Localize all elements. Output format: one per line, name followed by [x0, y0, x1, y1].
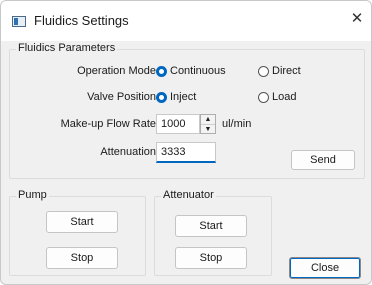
- radio-continuous-indicator[interactable]: [156, 65, 167, 77]
- radio-inject-label: Inject: [170, 91, 197, 103]
- radio-continuous[interactable]: Continuous: [156, 65, 226, 77]
- pump-start-button[interactable]: Start: [46, 211, 118, 233]
- pump-legend: Pump: [16, 189, 49, 201]
- makeup-flow-rate-label: Make-up Flow Rate: [60, 118, 156, 130]
- flow-rate-spinner[interactable]: ▲ ▼: [200, 114, 216, 134]
- attenuation-input[interactable]: 3333: [156, 142, 216, 163]
- pump-group: Pump Start Stop: [9, 189, 146, 276]
- pump-stop-button[interactable]: Stop: [46, 247, 118, 269]
- radio-load-indicator[interactable]: [258, 91, 269, 103]
- app-window-icon: [12, 16, 26, 27]
- radio-direct[interactable]: Direct: [258, 65, 301, 77]
- fluidics-parameters-group: Fluidics Parameters Operation Mode Conti…: [9, 42, 365, 179]
- radio-direct-label: Direct: [272, 65, 301, 77]
- send-button[interactable]: Send: [291, 150, 355, 170]
- flow-rate-unit: ul/min: [222, 118, 252, 130]
- attenuator-stop-button[interactable]: Stop: [175, 247, 247, 269]
- valve-position-label: Valve Position: [87, 91, 156, 103]
- radio-load[interactable]: Load: [258, 91, 296, 103]
- radio-load-label: Load: [272, 91, 297, 103]
- close-button[interactable]: Close: [289, 257, 361, 279]
- window-title: Fluidics Settings: [34, 13, 129, 28]
- radio-direct-indicator[interactable]: [258, 65, 269, 77]
- fluidics-parameters-legend: Fluidics Parameters: [16, 42, 118, 54]
- radio-inject-indicator[interactable]: [156, 91, 167, 103]
- attenuation-label: Attenuation: [100, 146, 156, 158]
- radio-continuous-label: Continuous: [170, 65, 226, 77]
- radio-inject[interactable]: Inject: [156, 91, 196, 103]
- close-icon[interactable]: ✕: [349, 11, 365, 27]
- spin-up-icon[interactable]: ▲: [201, 115, 215, 125]
- attenuator-group: Attenuator Start Stop: [154, 189, 272, 276]
- spin-down-icon[interactable]: ▼: [201, 125, 215, 134]
- makeup-flow-rate-input[interactable]: 1000: [156, 114, 200, 134]
- operation-mode-label: Operation Mode: [77, 65, 156, 77]
- attenuator-start-button[interactable]: Start: [175, 215, 247, 237]
- title-bar: Fluidics Settings ✕: [1, 1, 371, 41]
- attenuator-legend: Attenuator: [161, 189, 216, 201]
- fluidics-settings-dialog: Fluidics Settings ✕ Fluidics Parameters …: [0, 0, 372, 285]
